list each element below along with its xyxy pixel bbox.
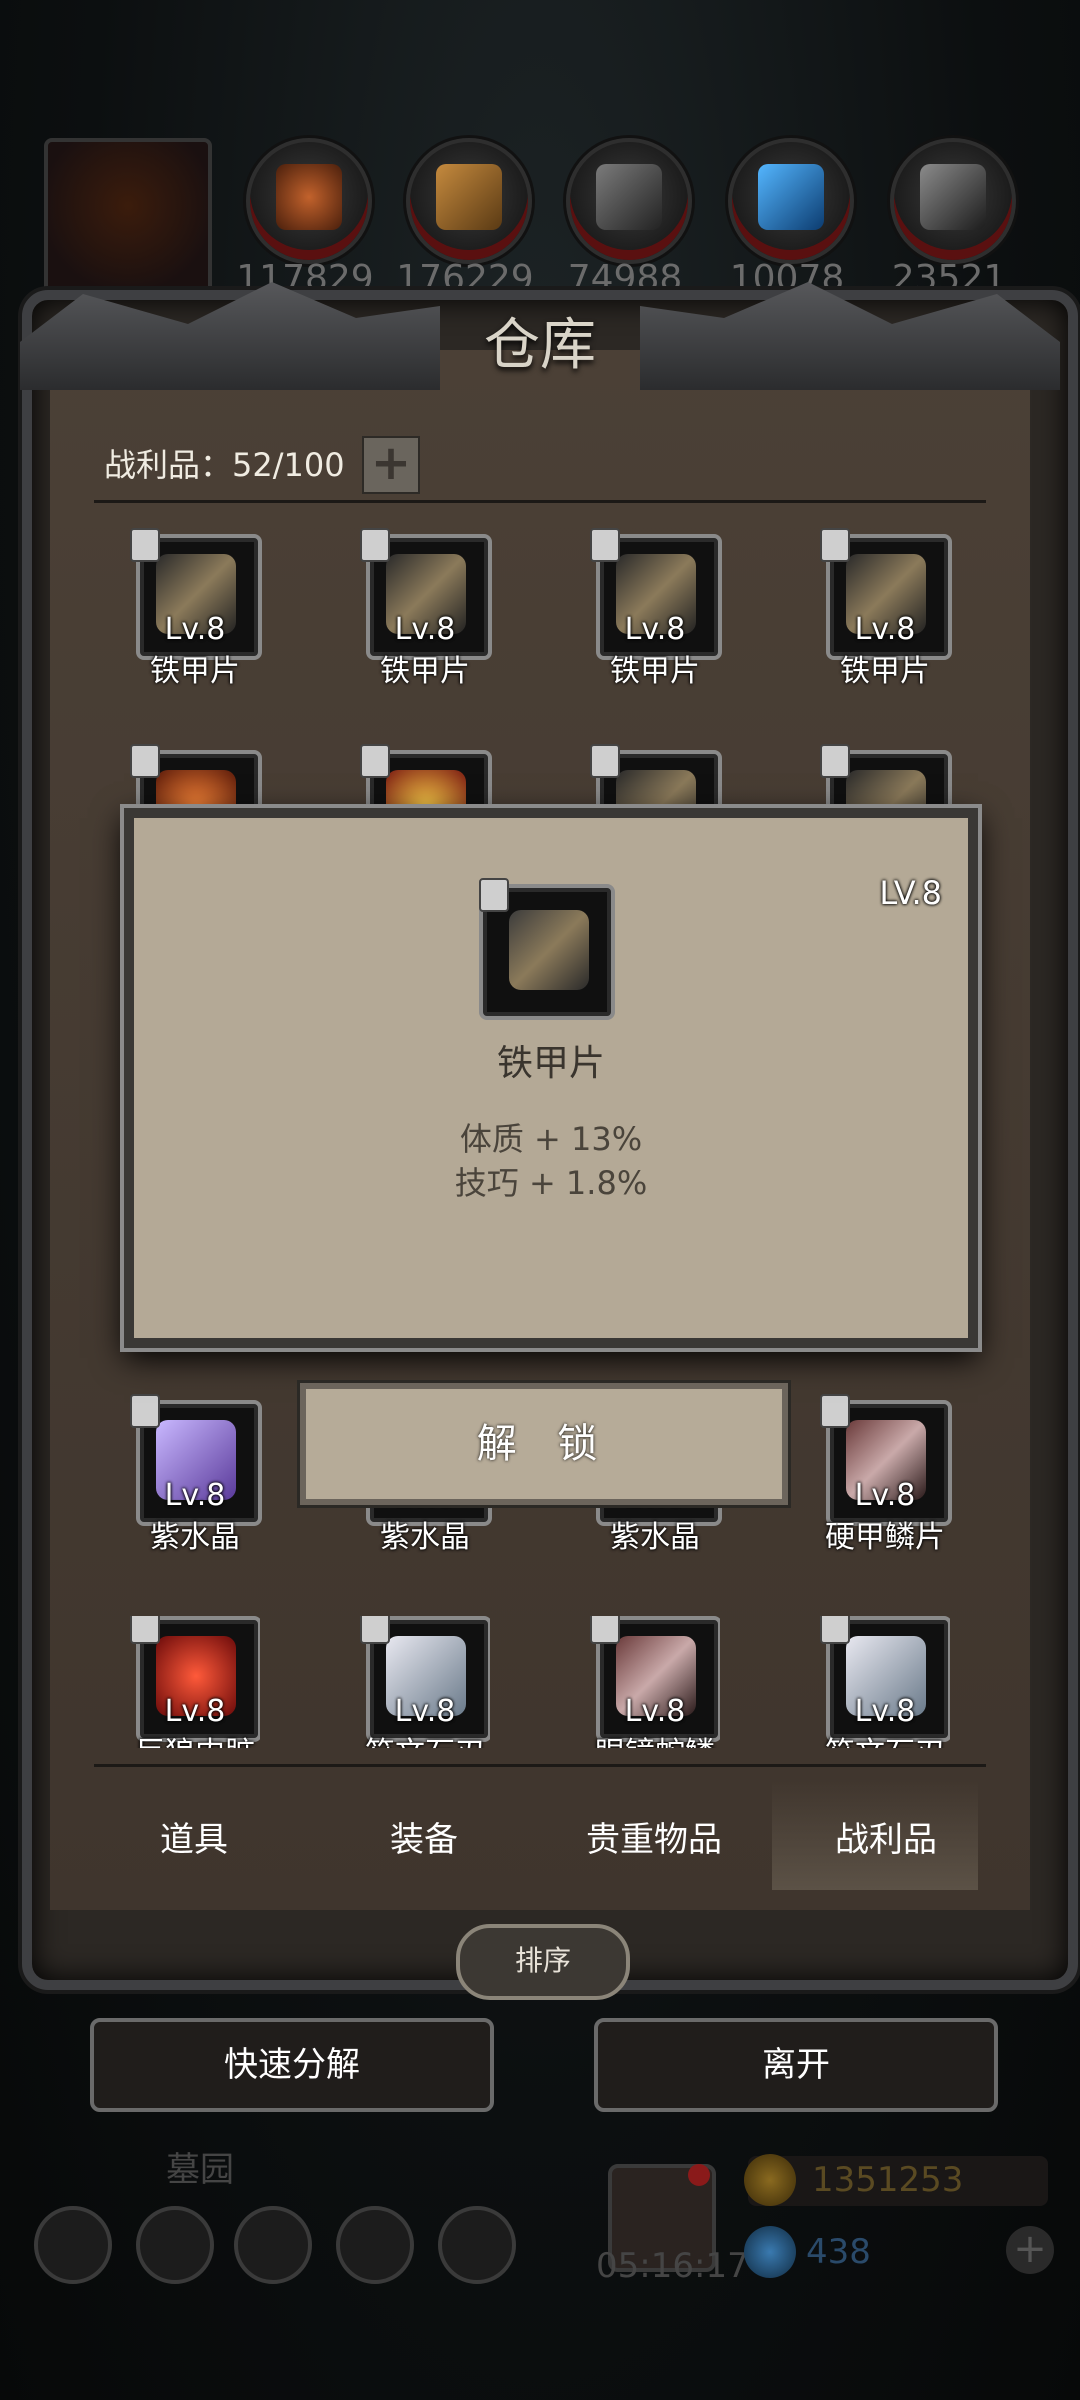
mail-icon[interactable] (336, 2206, 414, 2284)
meat-icon (246, 138, 372, 264)
inventory-slot[interactable]: Lv.8 紫水晶 (130, 1394, 262, 1555)
inventory-slot[interactable]: Lv.8 符文石刃 (820, 1616, 950, 1748)
achievement-icon[interactable] (136, 2206, 214, 2284)
settings-icon[interactable] (34, 2206, 112, 2284)
crystal-icon (728, 138, 854, 264)
lock-icon (820, 744, 850, 778)
map-icon[interactable] (438, 2206, 516, 2284)
item-name: 符文石刃 (820, 1728, 950, 1748)
item-name: 紫水晶 (150, 1520, 240, 1555)
item-stat: 技巧 + 1.8% (454, 1164, 648, 1202)
item-level: Lv.8 (854, 612, 916, 647)
item-name: 铁甲片 (610, 654, 700, 689)
item-name: 铁甲片 (496, 1043, 605, 1084)
item-name: 巨狼内脏 (130, 1728, 260, 1748)
leave-button[interactable]: 离开 (594, 2018, 998, 2112)
lock-icon (590, 528, 620, 562)
inventory-slot[interactable]: Lv.8 巨狼内脏 (130, 1616, 260, 1748)
divider (94, 500, 986, 503)
steel-icon (890, 138, 1016, 264)
gold-amount: 1351253 (812, 2160, 964, 2200)
location-label: 墓园 (166, 2150, 234, 2190)
item-level: LV.8 (879, 874, 942, 912)
wood-icon (406, 138, 532, 264)
item-level: Lv.8 (394, 612, 456, 647)
lock-icon (360, 744, 390, 778)
lock-icon (130, 1616, 160, 1644)
timer-text: 05:16:17 (596, 2246, 749, 2286)
item-level: Lv.8 (164, 1694, 226, 1729)
add-gems-icon[interactable]: + (1006, 2226, 1054, 2274)
lock-icon (479, 878, 509, 912)
item-name: 眼镜蛇鳞 (590, 1728, 720, 1748)
gem-amount: 438 (806, 2232, 871, 2272)
item-level: Lv.8 (394, 1694, 456, 1729)
lock-icon (590, 744, 620, 778)
iron-icon (566, 138, 692, 264)
inventory-slot[interactable]: Lv.8 铁甲片 (130, 528, 262, 689)
lock-icon (820, 528, 850, 562)
item-level: Lv.8 (854, 1478, 916, 1513)
quick-decompose-button[interactable]: 快速分解 (90, 2018, 494, 2112)
iron-plate-icon (509, 910, 589, 990)
lock-icon (820, 1616, 850, 1644)
item-level: Lv.8 (624, 1694, 686, 1729)
item-name: 紫水晶 (380, 1520, 470, 1555)
gem-icon (744, 2226, 796, 2278)
window-title: 仓库 (484, 313, 596, 378)
plus-icon[interactable]: + (362, 436, 420, 494)
lock-icon (360, 528, 390, 562)
inventory-slot[interactable]: Lv.8 眼镜蛇鳞 (590, 1616, 720, 1748)
inventory-slot[interactable]: Lv.8 硬甲鳞片 (820, 1394, 952, 1555)
sort-button[interactable]: 排序 (456, 1924, 630, 2000)
item-name: 铁甲片 (380, 654, 470, 689)
item-detail-popup: LV.8 铁甲片 体质 + 13% 技巧 + 1.8% (124, 808, 978, 1348)
guild-icon[interactable] (234, 2206, 312, 2284)
loot-capacity: 战利品：52/100 (104, 446, 345, 484)
inventory-slot[interactable]: Lv.8 符文石刃 (360, 1616, 490, 1748)
inventory-slot[interactable]: Lv.8 铁甲片 (590, 528, 722, 689)
item-level: Lv.8 (164, 1478, 226, 1513)
unlock-button[interactable]: 解 锁 (300, 1383, 788, 1505)
tab-loot[interactable]: 战利品 (776, 1812, 996, 1861)
item-level: Lv.8 (164, 612, 226, 647)
lock-icon (590, 1616, 620, 1644)
tab-items[interactable]: 道具 (84, 1812, 304, 1861)
item-name: 铁甲片 (840, 654, 930, 689)
item-level: Lv.8 (854, 1694, 916, 1729)
lock-icon (820, 1394, 850, 1428)
lock-icon (130, 744, 160, 778)
tab-equipment[interactable]: 装备 (314, 1812, 534, 1861)
inventory-slot[interactable]: Lv.8 铁甲片 (360, 528, 492, 689)
item-stat: 体质 + 13% (459, 1120, 643, 1158)
gold-coin-icon (744, 2154, 796, 2206)
tab-valuables[interactable]: 贵重物品 (544, 1812, 764, 1861)
lock-icon (130, 1394, 160, 1428)
notification-dot (688, 2164, 710, 2186)
lock-icon (360, 1616, 390, 1644)
item-name: 符文石刃 (360, 1728, 490, 1748)
item-name: 铁甲片 (150, 654, 240, 689)
tab-divider (94, 1764, 986, 1767)
item-name: 硬甲鳞片 (825, 1520, 945, 1555)
item-level: Lv.8 (624, 612, 686, 647)
lock-icon (130, 528, 160, 562)
item-name: 紫水晶 (610, 1520, 700, 1555)
hero-portrait[interactable] (44, 138, 212, 306)
inventory-slot[interactable]: Lv.8 铁甲片 (820, 528, 952, 689)
